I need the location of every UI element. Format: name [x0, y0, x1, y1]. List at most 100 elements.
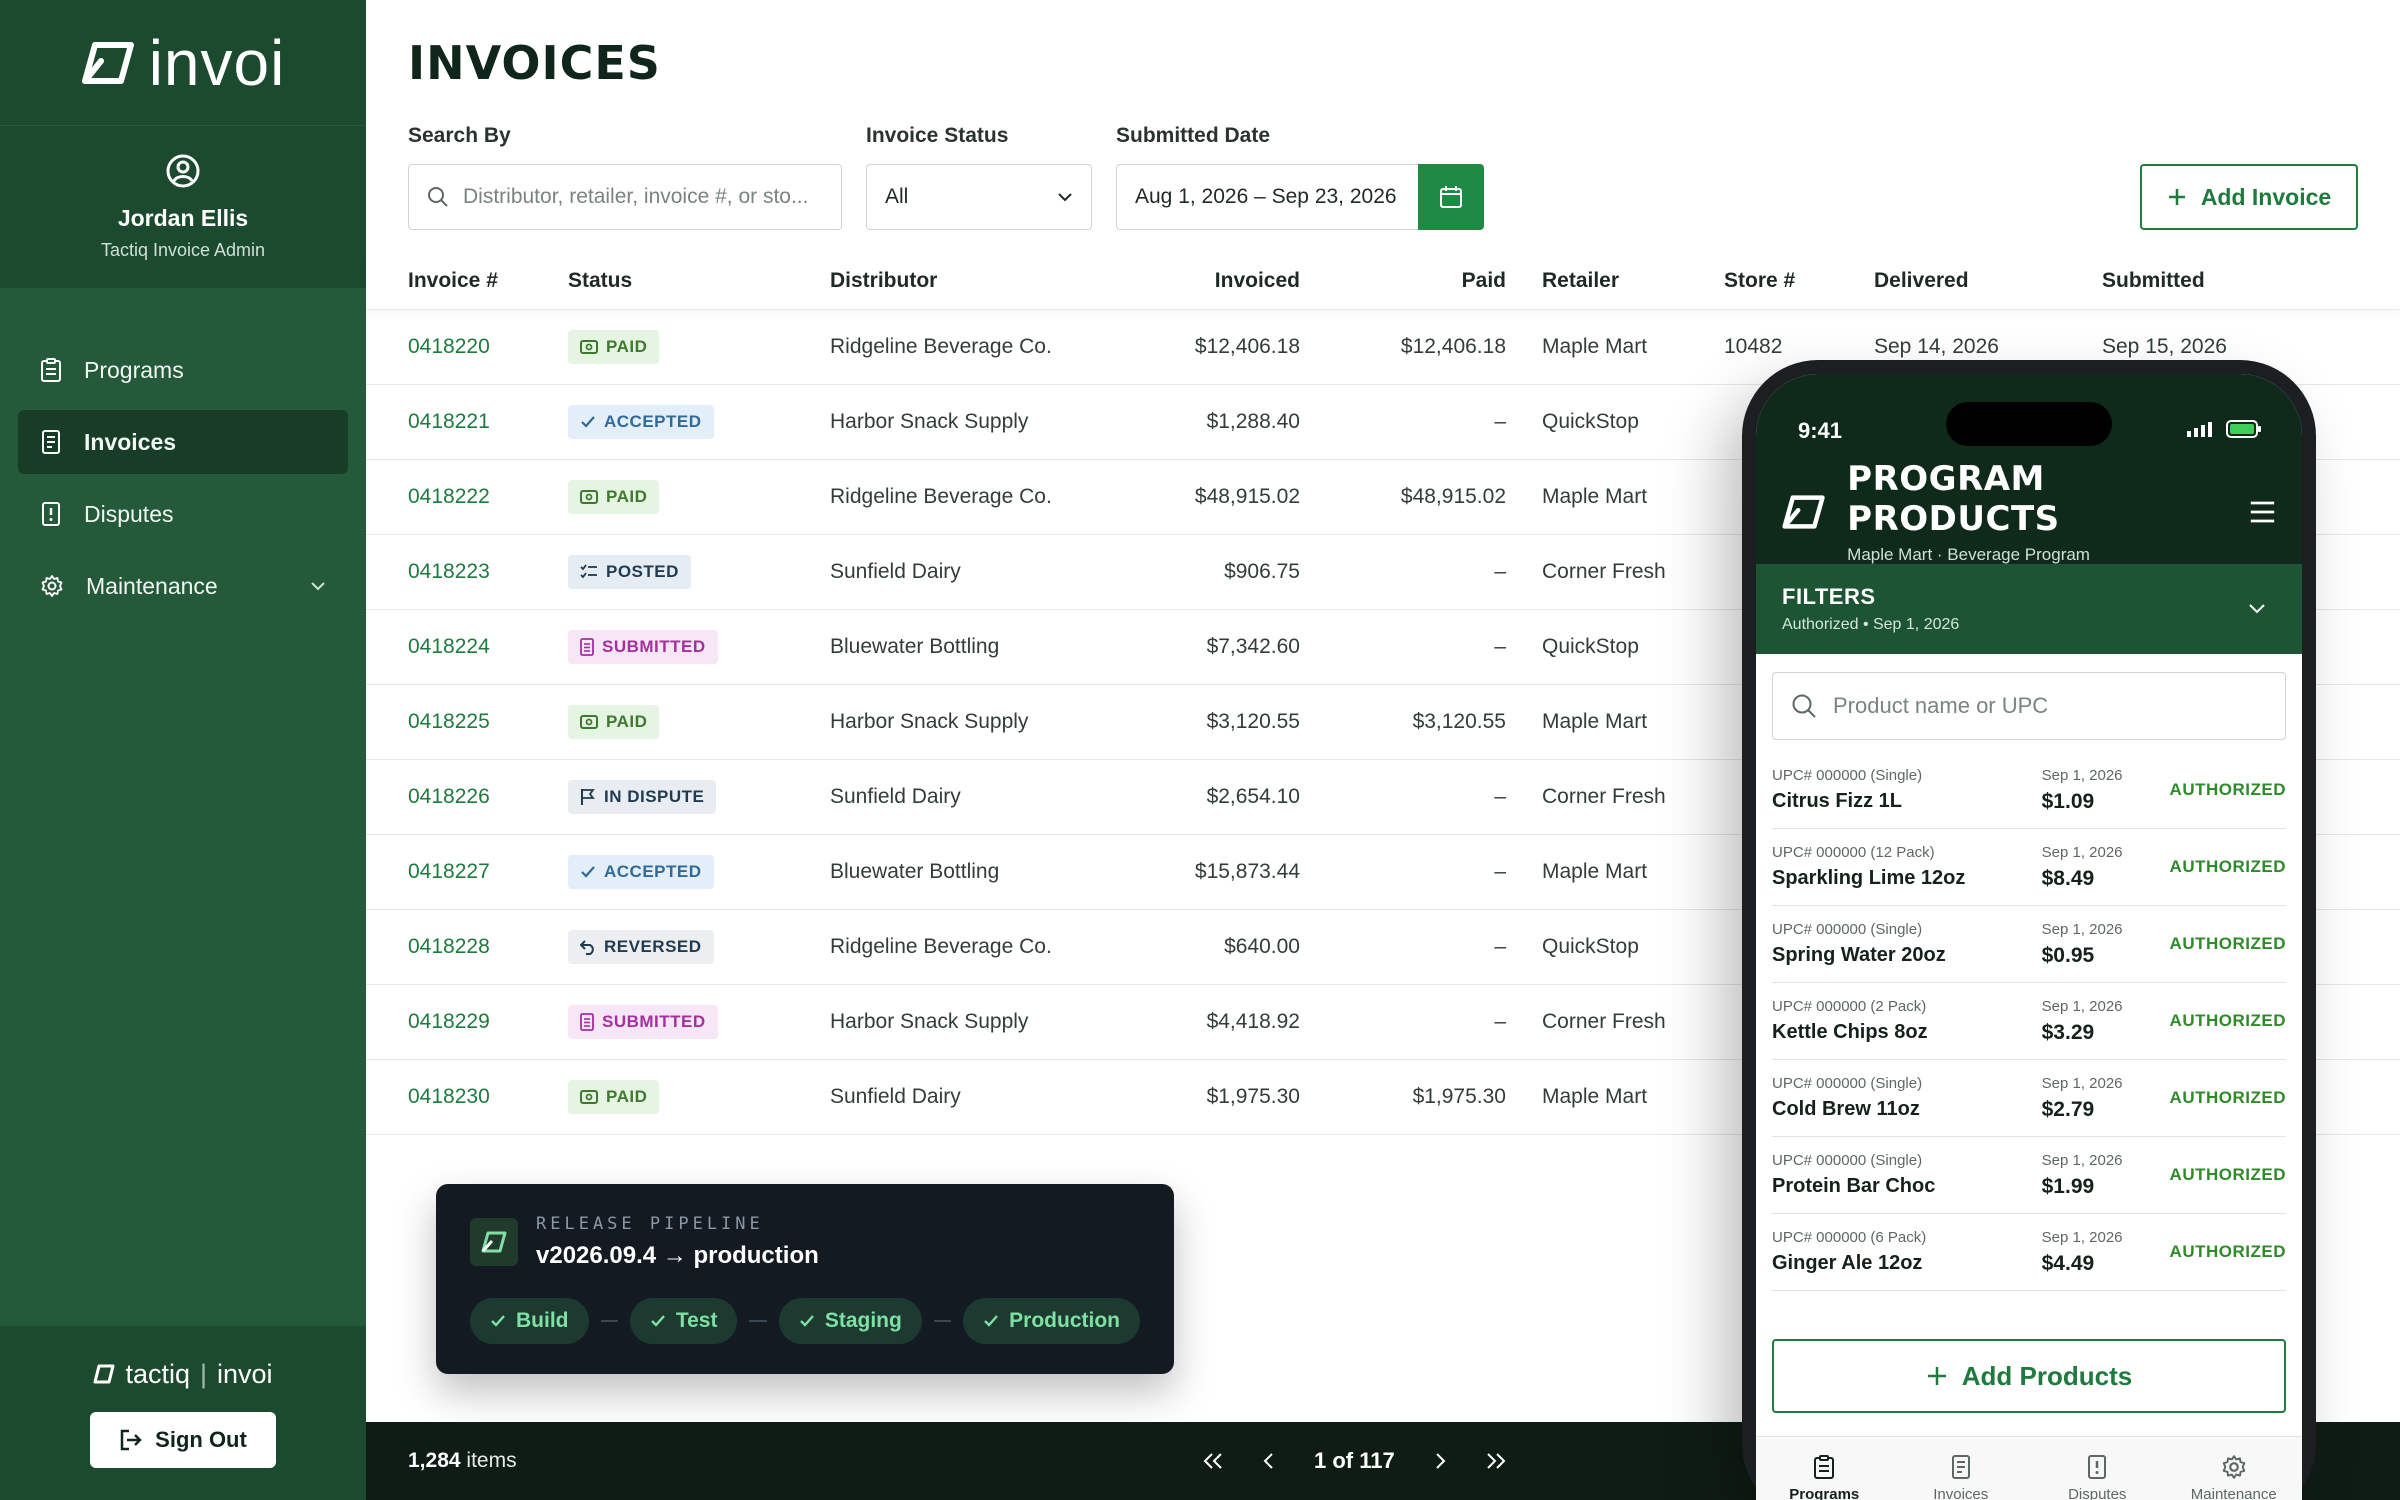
invoice-link[interactable]: 0418223	[408, 560, 490, 583]
product-price: $1.09	[2041, 789, 2095, 813]
product-list-item[interactable]: UPC# 000000 (12 Pack) Sparkling Lime 12oz…	[1772, 829, 2286, 906]
cell-status: SUBMITTED	[568, 630, 830, 664]
search-input[interactable]: Distributor, retailer, invoice #, or sto…	[408, 164, 842, 230]
phone-tab-invoices[interactable]: Invoices	[1893, 1437, 2030, 1500]
sidebar-nav: Programs Invoices Disputes Maintenance	[0, 288, 366, 618]
invoice-link[interactable]: 0418229	[408, 1010, 490, 1033]
app-logo[interactable]: invoi	[0, 0, 366, 126]
step-connector	[933, 1320, 952, 1322]
product-date: Sep 1, 2026	[2041, 997, 2123, 1015]
item-count: 1,284 items	[408, 1449, 517, 1473]
phone-tab-disputes[interactable]: Disputes	[2029, 1437, 2166, 1500]
hamburger-menu-icon[interactable]	[2249, 499, 2276, 525]
check-icon	[580, 865, 596, 879]
calendar-button[interactable]	[1418, 164, 1484, 230]
product-list-item[interactable]: UPC# 000000 (6 Pack) Ginger Ale 12oz Sep 1…	[1772, 1214, 2286, 1291]
phone-tab-maintenance[interactable]: Maintenance	[2166, 1437, 2303, 1500]
product-status: AUTHORIZED	[2169, 1011, 2286, 1030]
status-select[interactable]: All	[866, 164, 1092, 230]
cell-invoice-number[interactable]: 0418228	[366, 935, 568, 959]
sidebar: invoi Jordan Ellis Tactiq Invoice Admin …	[0, 0, 366, 1500]
cell-invoiced: $3,120.55	[1206, 710, 1300, 733]
add-invoice-button[interactable]: Add Invoice	[2140, 164, 2358, 230]
cell-paid: –	[1494, 860, 1506, 883]
invoice-link[interactable]: 0418221	[408, 410, 490, 433]
column-header-submitted[interactable]: Submitted	[2102, 269, 2282, 293]
product-list-item[interactable]: UPC# 000000 (Single) Cold Brew 11oz Sep 1,…	[1772, 1060, 2286, 1137]
cell-distributor: Sunfield Dairy	[830, 1085, 961, 1108]
last-page-icon[interactable]	[1485, 1452, 1507, 1470]
phone-status-bar: 9:41	[1756, 374, 2302, 460]
cell-retailer: Corner Fresh	[1542, 1010, 1666, 1033]
product-list-item[interactable]: UPC# 000000 (Single) Spring Water 20oz Sep…	[1772, 906, 2286, 983]
page-title: INVOICES	[408, 36, 661, 90]
gear-icon	[2221, 1454, 2247, 1480]
column-header-paid[interactable]: Paid	[1300, 269, 1506, 293]
cell-paid: $48,915.02	[1400, 485, 1506, 508]
column-header-status[interactable]: Status	[568, 269, 830, 293]
cell-invoice-number[interactable]: 0418223	[366, 560, 568, 584]
invoi-logo-icon	[81, 41, 134, 84]
sign-out-button[interactable]: Sign Out	[90, 1411, 276, 1468]
status-badge-label: IN DISPUTE	[604, 787, 705, 806]
column-header-invoice-number[interactable]: Invoice #	[366, 269, 568, 293]
cell-invoice-number[interactable]: 0418226	[366, 785, 568, 809]
pipeline-step-test[interactable]: Test	[629, 1298, 738, 1344]
cell-distributor: Ridgeline Beverage Co.	[830, 485, 1052, 508]
product-search-input[interactable]: Product name or UPC	[1772, 672, 2286, 740]
cell-invoice-number[interactable]: 0418224	[366, 635, 568, 659]
invoice-link[interactable]: 0418224	[408, 635, 490, 658]
chevron-down-icon[interactable]	[310, 581, 326, 591]
cell-invoice-number[interactable]: 0418225	[366, 710, 568, 734]
phone-filters-toggle[interactable]: FILTERS Authorized • Sep 1, 2026	[1756, 564, 2302, 654]
phone-tab-programs[interactable]: Programs	[1756, 1437, 1893, 1500]
cell-invoice-number[interactable]: 0418229	[366, 1010, 568, 1034]
sidebar-item-maintenance[interactable]: Maintenance	[18, 554, 348, 618]
cell-invoiced: $7,342.60	[1206, 635, 1300, 658]
chevron-down-icon	[1058, 193, 1072, 202]
cell-status: ACCEPTED	[568, 855, 830, 889]
invoice-link[interactable]: 0418226	[408, 785, 490, 808]
date-range-input[interactable]: Aug 1, 2026 – Sep 23, 2026	[1116, 164, 1418, 230]
invoice-link[interactable]: 0418227	[408, 860, 490, 883]
invoice-link[interactable]: 0418230	[408, 1085, 490, 1108]
invoice-link[interactable]: 0418228	[408, 935, 490, 958]
product-list-item[interactable]: UPC# 000000 (Single) Protein Bar Choc Sep …	[1772, 1137, 2286, 1214]
product-list-item[interactable]: UPC# 000000 (2 Pack) Kettle Chips 8oz Sep …	[1772, 983, 2286, 1060]
column-header-delivered[interactable]: Delivered	[1874, 269, 2102, 293]
prev-page-icon[interactable]	[1262, 1452, 1276, 1470]
cell-invoice-number[interactable]: 0418220	[366, 335, 568, 359]
product-status: AUTHORIZED	[2169, 1242, 2286, 1261]
sidebar-item-invoices[interactable]: Invoices	[18, 410, 348, 474]
invoice-link[interactable]: 0418222	[408, 485, 490, 508]
invoice-link[interactable]: 0418225	[408, 710, 490, 733]
search-icon	[1792, 694, 1816, 718]
product-list-item[interactable]: UPC# 000000 (Single) Citrus Fizz 1L Sep 1,…	[1772, 752, 2286, 829]
user-icon	[166, 154, 200, 188]
status-badge-label: ACCEPTED	[604, 412, 702, 431]
first-page-icon[interactable]	[1202, 1452, 1224, 1470]
invoice-link[interactable]: 0418220	[408, 335, 490, 358]
cell-invoice-number[interactable]: 0418227	[366, 860, 568, 884]
sidebar-item-disputes[interactable]: Disputes	[18, 482, 348, 546]
column-header-retailer[interactable]: Retailer	[1506, 269, 1724, 293]
cell-invoice-number[interactable]: 0418230	[366, 1085, 568, 1109]
add-products-button[interactable]: Add Products	[1772, 1339, 2286, 1413]
pipeline-step-staging[interactable]: Staging	[778, 1298, 922, 1344]
product-price: $2.79	[2041, 1097, 2095, 1121]
pipeline-step-label: Build	[516, 1309, 569, 1332]
sidebar-item-programs[interactable]: Programs	[18, 338, 348, 402]
column-header-distributor[interactable]: Distributor	[830, 269, 1150, 293]
cell-invoice-number[interactable]: 0418221	[366, 410, 568, 434]
cell-invoiced: $1,288.40	[1206, 410, 1300, 433]
cell-status: PAID	[568, 480, 830, 514]
pipeline-step-production[interactable]: Production	[963, 1298, 1140, 1344]
next-page-icon[interactable]	[1433, 1452, 1447, 1470]
phone-tab-label: Disputes	[2068, 1486, 2127, 1500]
product-upc: UPC# 000000 (12 Pack)	[1772, 844, 1935, 861]
cell-invoice-number[interactable]: 0418222	[366, 485, 568, 509]
column-header-invoiced[interactable]: Invoiced	[1150, 269, 1300, 293]
column-header-store-number[interactable]: Store #	[1724, 269, 1874, 293]
sign-out-icon	[120, 1429, 142, 1450]
pipeline-step-build[interactable]: Build	[470, 1298, 589, 1344]
